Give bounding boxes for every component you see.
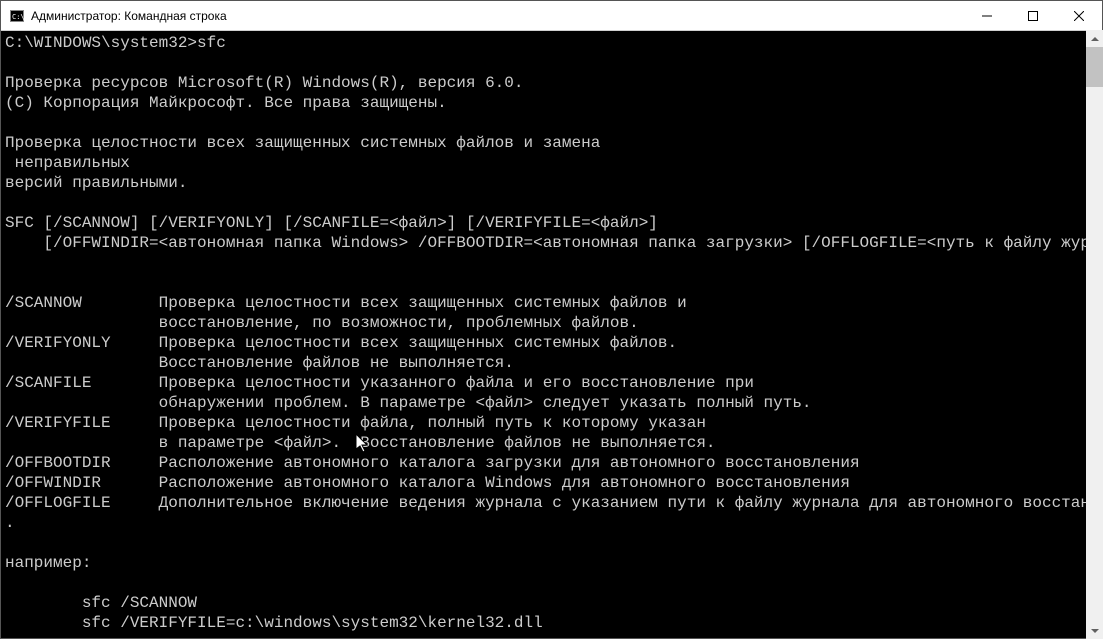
output-line: sfc /SCANNOW	[5, 594, 197, 612]
output-line: /SCANNOW Проверка целостности всех защищ…	[5, 294, 687, 312]
output-line: Проверка ресурсов Microsoft(R) Windows(R…	[5, 74, 523, 92]
scroll-track[interactable]	[1086, 47, 1103, 622]
output-line: /OFFBOOTDIR Расположение автономного кат…	[5, 454, 860, 472]
output-line: /OFFLOGFILE Дополнительное включение вед…	[5, 494, 1102, 512]
output-line: /OFFWINDIR Расположение автономного ката…	[5, 474, 850, 492]
minimize-button[interactable]	[964, 1, 1010, 30]
prompt-path: C:\WINDOWS\system32>	[5, 34, 197, 52]
vertical-scrollbar[interactable]	[1086, 30, 1103, 639]
output-line: версий правильными.	[5, 174, 187, 192]
minimize-icon	[982, 11, 992, 21]
output-line: SFC [/SCANNOW] [/VERIFYONLY] [/SCANFILE=…	[5, 214, 658, 232]
cmd-icon: C:\	[9, 8, 25, 24]
scroll-up-button[interactable]	[1086, 30, 1103, 47]
output-line: обнаружении проблем. В параметре <файл> …	[5, 394, 812, 412]
output-line: например:	[5, 554, 91, 572]
output-line: /VERIFYONLY Проверка целостности всех за…	[5, 334, 677, 352]
output-line: .	[5, 514, 15, 532]
output-line: (C) Корпорация Майкрософт. Все права защ…	[5, 94, 447, 112]
output-line: в параметре <файл>. Восстановление файло…	[5, 434, 716, 452]
console-area[interactable]: C:\WINDOWS\system32>sfc Проверка ресурсо…	[1, 31, 1102, 638]
output-line: /SCANFILE Проверка целостности указанног…	[5, 374, 754, 392]
output-line: Восстановление файлов не выполняется.	[5, 354, 514, 372]
scroll-down-button[interactable]	[1086, 622, 1103, 639]
output-line: Проверка целостности всех защищенных сис…	[5, 134, 600, 152]
cmd-window: C:\ Администратор: Командная строка C:\W…	[0, 0, 1103, 639]
chevron-up-icon	[1091, 37, 1099, 41]
maximize-button[interactable]	[1010, 1, 1056, 30]
close-button[interactable]	[1056, 1, 1102, 30]
titlebar[interactable]: C:\ Администратор: Командная строка	[1, 1, 1102, 31]
output-line: восстановление, по возможности, проблемн…	[5, 314, 639, 332]
maximize-icon	[1028, 11, 1038, 21]
scroll-thumb[interactable]	[1086, 47, 1103, 87]
caption-controls	[964, 1, 1102, 30]
close-icon	[1074, 11, 1084, 21]
command-input: sfc	[197, 34, 226, 52]
output-line: неправильных	[5, 154, 130, 172]
window-title: Администратор: Командная строка	[31, 9, 964, 23]
output-line: /VERIFYFILE Проверка целостности файла, …	[5, 414, 706, 432]
chevron-down-icon	[1091, 629, 1099, 633]
output-line: [/OFFWINDIR=<автономная папка Windows> /…	[5, 234, 1102, 252]
output-line: sfc /VERIFYFILE=c:\windows\system32\kern…	[5, 614, 543, 632]
